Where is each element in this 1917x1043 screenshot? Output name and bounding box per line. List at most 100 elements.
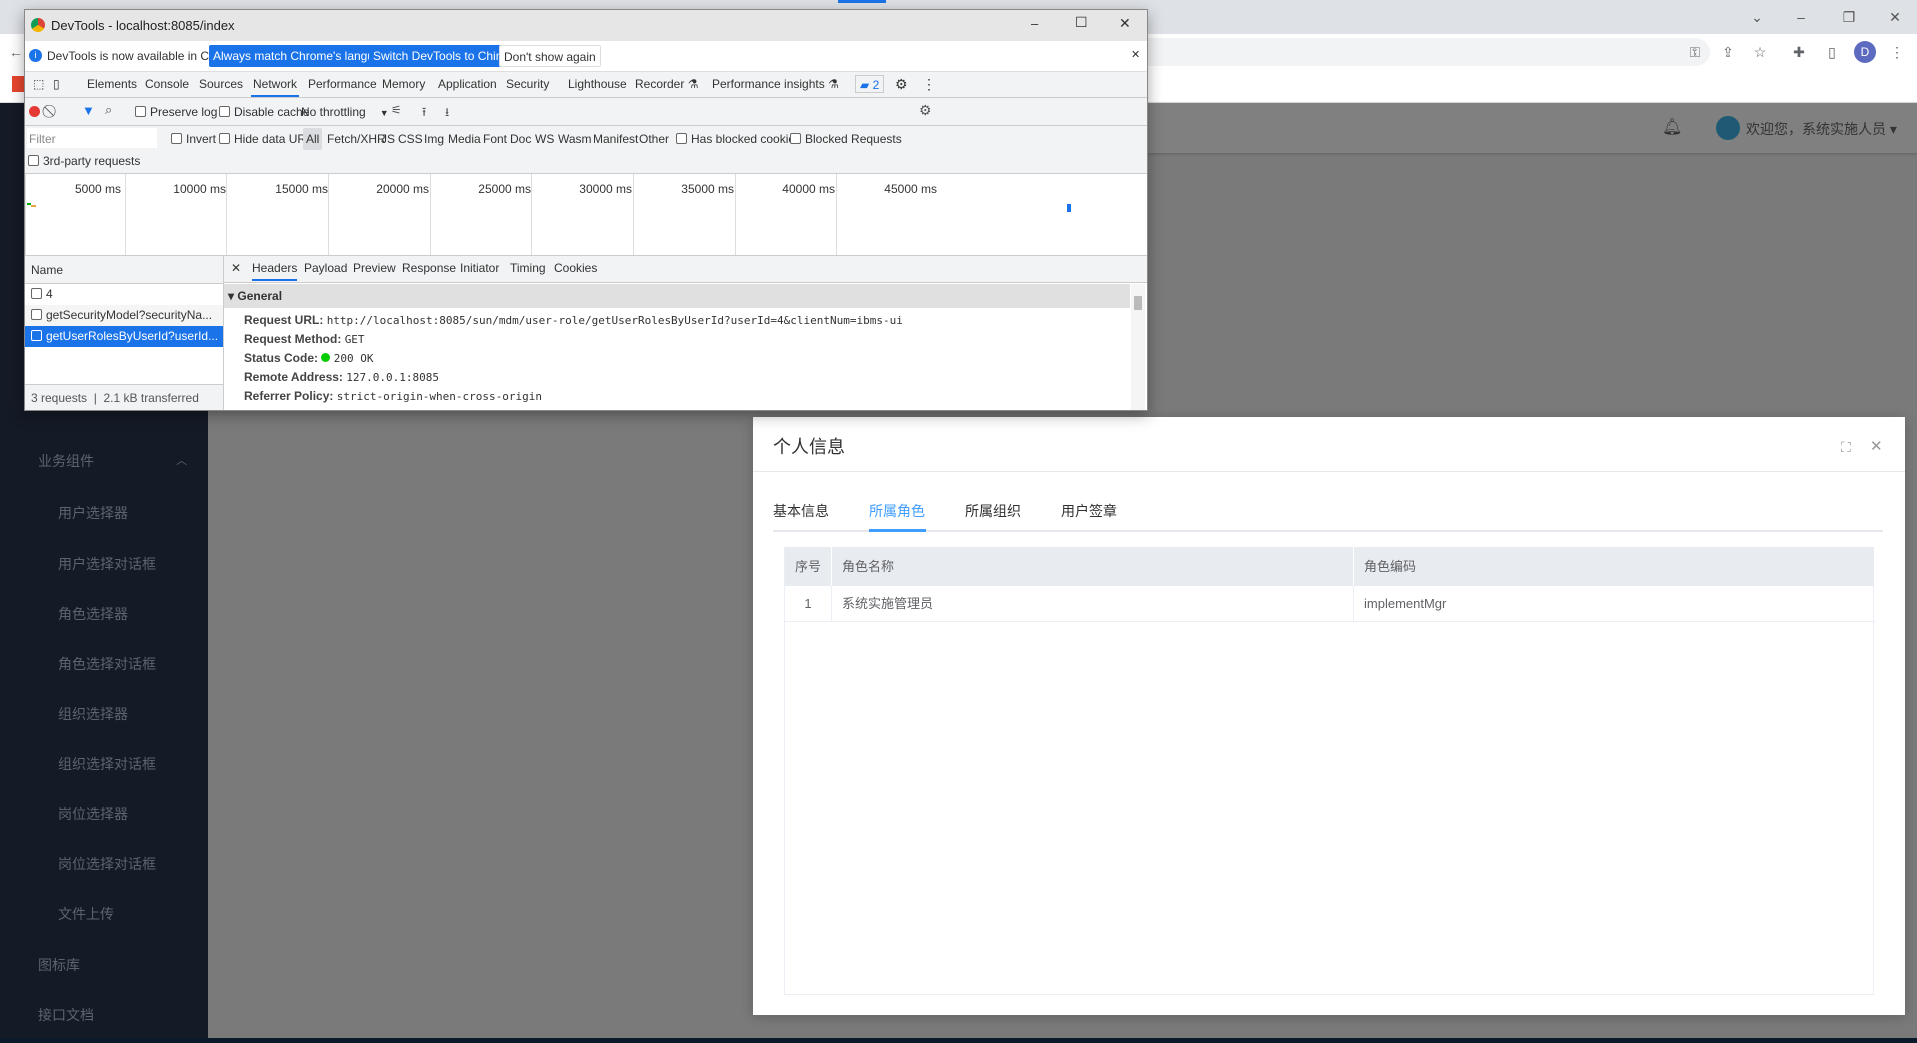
tab-orgs[interactable]: 所属组织 bbox=[965, 501, 1021, 521]
network-conditions-icon[interactable]: ⚟ bbox=[391, 103, 402, 117]
has-blocked-cookies-checkbox[interactable]: Has blocked cookies bbox=[676, 132, 801, 146]
preserve-log-checkbox[interactable]: Preserve log bbox=[135, 105, 217, 119]
fullscreen-icon[interactable]: ⛶ bbox=[1841, 439, 1851, 456]
checkbox[interactable] bbox=[790, 133, 801, 144]
checkbox[interactable] bbox=[28, 155, 39, 166]
sidebar-item-api-docs[interactable]: 接口文档 bbox=[0, 995, 208, 1035]
tab-basic-info[interactable]: 基本信息 bbox=[773, 501, 829, 521]
share-icon[interactable]: ⇪ bbox=[1718, 42, 1738, 62]
type-filter-img[interactable]: Img bbox=[424, 132, 444, 146]
tab-response[interactable]: Response bbox=[402, 256, 456, 281]
sidebar-group-business[interactable]: 业务组件 ︿ bbox=[0, 441, 208, 481]
sidebar-item-icons[interactable]: 图标库 bbox=[0, 945, 208, 985]
menu-icon[interactable]: ⋮ bbox=[1887, 42, 1907, 62]
checkbox[interactable] bbox=[219, 133, 230, 144]
type-filter-fetch-xhr[interactable]: Fetch/XHR bbox=[327, 132, 386, 146]
close-detail-icon[interactable]: ✕ bbox=[231, 256, 241, 281]
active-tab-indicator[interactable] bbox=[838, 0, 886, 3]
device-toolbar-icon[interactable]: ▯ bbox=[53, 72, 60, 97]
tab-initiator[interactable]: Initiator bbox=[460, 256, 499, 281]
disable-cache-checkbox[interactable]: Disable cache bbox=[219, 105, 309, 119]
inspect-icon[interactable]: ⬚ bbox=[33, 72, 44, 97]
profile-avatar[interactable]: D bbox=[1854, 41, 1876, 63]
tab-timing[interactable]: Timing bbox=[510, 256, 546, 281]
sidebar-item[interactable]: 角色选择器 bbox=[0, 594, 208, 634]
close-window-button[interactable]: ✕ bbox=[1880, 6, 1910, 28]
type-filter-wasm[interactable]: Wasm bbox=[558, 132, 592, 146]
sidebar-item[interactable]: 组织选择器 bbox=[0, 694, 208, 734]
tab-payload[interactable]: Payload bbox=[304, 256, 347, 281]
search-icon[interactable]: ⌕ bbox=[105, 102, 112, 118]
third-party-checkbox[interactable]: 3rd-party requests bbox=[28, 154, 140, 168]
filter-icon[interactable]: ▼ bbox=[82, 103, 95, 118]
tab-cookies[interactable]: Cookies bbox=[554, 256, 597, 281]
sidebar-item[interactable]: 岗位选择对话框 bbox=[0, 844, 208, 884]
request-row-selected[interactable]: getUserRolesByUserId?userId... bbox=[25, 326, 223, 347]
type-filter-other[interactable]: Other bbox=[639, 132, 669, 146]
blocked-requests-checkbox[interactable]: Blocked Requests bbox=[790, 132, 902, 146]
star-icon[interactable]: ☆ bbox=[1750, 42, 1770, 62]
tab-lighthouse[interactable]: Lighthouse bbox=[568, 72, 627, 97]
restore-button[interactable]: ❐ bbox=[1834, 6, 1864, 28]
tab-headers[interactable]: Headers bbox=[252, 256, 298, 281]
key-icon[interactable]: ⚿ bbox=[1685, 42, 1705, 62]
sidebar-item[interactable]: 组织选择对话框 bbox=[0, 744, 208, 784]
close-infobar-icon[interactable]: ✕ bbox=[1131, 48, 1140, 61]
tab-security[interactable]: Security bbox=[506, 72, 549, 97]
tab-console[interactable]: Console bbox=[145, 72, 189, 97]
more-icon[interactable]: ⋮ bbox=[922, 72, 936, 97]
sidebar-item[interactable]: 角色选择对话框 bbox=[0, 644, 208, 684]
filter-input[interactable]: Filter bbox=[27, 128, 157, 148]
general-section-header[interactable]: ▾ General bbox=[224, 284, 1130, 308]
type-filter-all[interactable]: All bbox=[303, 128, 323, 150]
import-har-icon[interactable]: ⭱ bbox=[422, 103, 426, 124]
dont-show-again-button[interactable]: Don't show again bbox=[499, 45, 601, 67]
minimize-button[interactable]: – bbox=[1786, 6, 1816, 28]
checkbox[interactable] bbox=[676, 133, 687, 144]
scrollbar[interactable] bbox=[1131, 284, 1145, 410]
sidebar-item[interactable]: 用户选择器 bbox=[0, 493, 208, 533]
checkbox[interactable] bbox=[171, 133, 182, 144]
name-column-header[interactable]: Name bbox=[25, 256, 223, 284]
tab-roles[interactable]: 所属角色 bbox=[869, 501, 925, 521]
network-settings-icon[interactable]: ⚙ bbox=[919, 102, 932, 119]
scrollbar-thumb[interactable] bbox=[1134, 296, 1142, 310]
tab-recorder[interactable]: Recorder ⚗ bbox=[635, 72, 698, 97]
back-icon[interactable]: ← bbox=[6, 42, 26, 62]
request-row[interactable]: 4 bbox=[25, 284, 223, 305]
type-filter-doc[interactable]: Doc bbox=[510, 132, 531, 146]
type-filter-font[interactable]: Font bbox=[483, 132, 507, 146]
user-greeting[interactable]: 欢迎您，系统实施人员 ▾ bbox=[1746, 119, 1897, 139]
checkbox[interactable] bbox=[219, 106, 230, 117]
maximize-button[interactable]: ☐ bbox=[1075, 14, 1088, 31]
tab-performance-insights[interactable]: Performance insights ⚗ bbox=[712, 72, 839, 97]
type-filter-media[interactable]: Media bbox=[448, 132, 481, 146]
settings-icon[interactable]: ⚙ bbox=[895, 72, 908, 97]
user-avatar[interactable] bbox=[1716, 116, 1740, 140]
type-filter-manifest[interactable]: Manifest bbox=[593, 132, 638, 146]
side-panel-icon[interactable]: ▯ bbox=[1822, 42, 1842, 62]
checkbox[interactable] bbox=[135, 106, 146, 117]
extensions-icon[interactable]: ✚ bbox=[1789, 42, 1809, 62]
close-icon[interactable]: ✕ bbox=[1870, 437, 1883, 455]
tab-search-icon[interactable]: ⌄ bbox=[1742, 6, 1772, 28]
type-filter-js[interactable]: JS bbox=[381, 132, 395, 146]
invert-checkbox[interactable]: Invert bbox=[171, 132, 216, 146]
network-overview-timeline[interactable]: 5000 ms 10000 ms 15000 ms 20000 ms 25000… bbox=[25, 174, 1147, 256]
tab-network[interactable]: Network bbox=[251, 72, 300, 97]
tab-sources[interactable]: Sources bbox=[199, 72, 243, 97]
sidebar-item[interactable]: 岗位选择器 bbox=[0, 794, 208, 834]
tab-preview[interactable]: Preview bbox=[353, 256, 396, 281]
throttling-select[interactable]: No throttling ▼ bbox=[301, 105, 389, 119]
tab-memory[interactable]: Memory bbox=[382, 72, 425, 97]
tab-elements[interactable]: Elements bbox=[87, 72, 137, 97]
type-filter-ws[interactable]: WS bbox=[535, 132, 554, 146]
tab-signature[interactable]: 用户签章 bbox=[1061, 501, 1117, 521]
record-icon[interactable] bbox=[29, 106, 40, 117]
tab-application[interactable]: Application bbox=[438, 72, 497, 97]
sidebar-item[interactable]: 用户选择对话框 bbox=[0, 544, 208, 584]
export-har-icon[interactable]: ⭳ bbox=[445, 103, 449, 124]
type-filter-css[interactable]: CSS bbox=[398, 132, 423, 146]
tab-performance[interactable]: Performance bbox=[308, 72, 377, 97]
request-row[interactable]: getSecurityModel?securityNa... bbox=[25, 305, 223, 326]
